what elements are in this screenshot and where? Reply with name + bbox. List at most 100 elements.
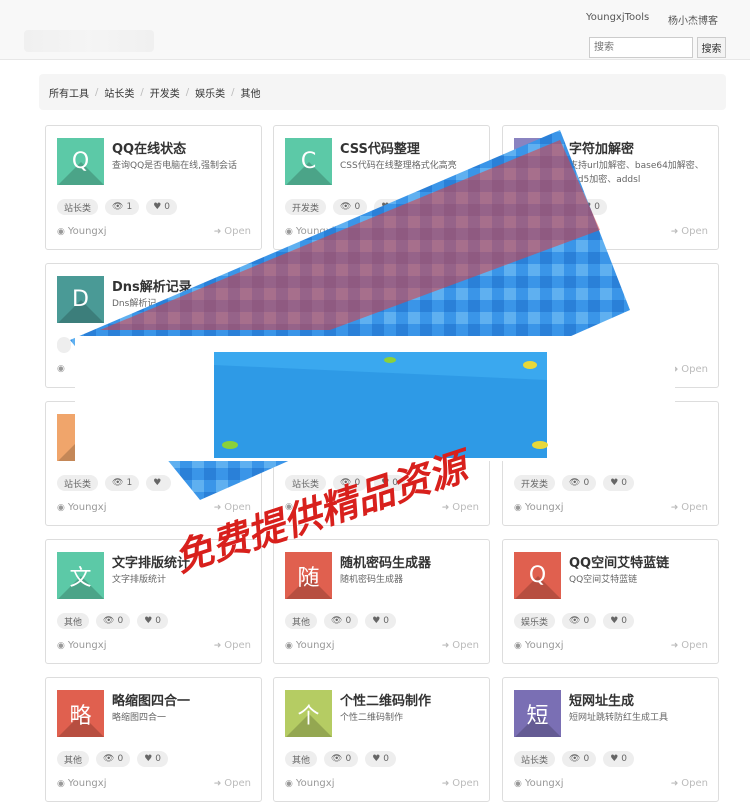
category-tag[interactable]: [514, 199, 528, 215]
author: ◉ Youngxj: [57, 640, 107, 651]
open-link[interactable]: ➜ Open: [671, 778, 708, 789]
breadcrumb-entertainment[interactable]: 娱乐类: [195, 85, 225, 100]
tool-card[interactable]: Q QQ在线状态 查询QQ是否电脑在线,强制会话 站长类 👁 1 ♥ 0 ◉ Youn…: [45, 125, 262, 250]
likes-count[interactable]: ♥ 0: [374, 199, 405, 215]
tool-card[interactable]: 略 略缩图四合一 略缩图四合一 其他 👁 0 ♥ 0 ◉ Youngxj ➜ Open: [45, 677, 262, 802]
likes-count[interactable]: ♥ 0: [146, 199, 177, 215]
category-tag[interactable]: 站长类: [57, 199, 99, 215]
tool-card[interactable]: 站长类 👁 1 ♥ ◉ Youngxj ➜ Open: [45, 401, 262, 526]
likes-count[interactable]: ♥ 0: [365, 613, 396, 629]
likes-count[interactable]: ♥ 0: [374, 475, 405, 491]
author: ◉: [57, 364, 68, 374]
tool-card[interactable]: 缩和解 开发类 👁 0 ♥ 0 ◉ Youngxj ➜ Open: [502, 401, 719, 526]
eye-icon: 👁: [331, 754, 343, 764]
tool-title[interactable]: QQ在线状态: [112, 138, 186, 157]
tool-tile-icon: 个: [285, 690, 332, 737]
views-count: 👁 0: [333, 475, 368, 491]
eye-icon: 👁: [569, 754, 581, 764]
search-input[interactable]: [589, 37, 693, 58]
breadcrumb-all-tools[interactable]: 所有工具: [49, 85, 89, 100]
open-link[interactable]: ➜ Open: [442, 778, 479, 789]
tool-card[interactable]: 短 短网址生成 短网址跳转防红生成工具 站长类 👁 0 ♥ 0 ◉ Youngxj ➜…: [502, 677, 719, 802]
tool-title[interactable]: QQ空间艾特蓝链: [569, 552, 669, 571]
tool-meta: 其他 👁 0 ♥ 0: [285, 751, 396, 767]
nav-link-youngxjtools[interactable]: YoungxjTools: [586, 12, 649, 23]
open-link[interactable]: ➜ Open: [214, 226, 251, 237]
open-link[interactable]: ➜ Open: [214, 778, 251, 789]
likes-count[interactable]: ♥: [570, 337, 596, 353]
open-link[interactable]: ➜ Open: [214, 364, 251, 375]
category-tag[interactable]: 开发类: [285, 199, 327, 215]
open-link[interactable]: ➜ Open: [442, 226, 479, 237]
likes-count[interactable]: ♥ 0: [603, 751, 634, 767]
tool-card[interactable]: C CSS代码整理 CSS代码在线整理格式化高亮 开发类 👁 0 ♥ 0 ◉ Youn…: [273, 125, 490, 250]
category-tag[interactable]: 其他: [285, 613, 318, 629]
likes-count[interactable]: ♥ 0: [137, 613, 168, 629]
tool-tile-icon: D: [57, 276, 104, 323]
open-link[interactable]: ➜ Open: [671, 226, 708, 237]
heart-icon: ♥: [153, 478, 162, 488]
likes-count[interactable]: ♥: [341, 337, 367, 353]
eye-icon: 👁: [313, 340, 325, 350]
likes-count[interactable]: ♥ 0: [365, 751, 396, 767]
likes-count[interactable]: ♥: [146, 475, 172, 491]
tool-meta: 站长类 👁 0 ♥ 0: [285, 475, 405, 491]
tool-title[interactable]: CSS代码整理: [340, 138, 420, 157]
category-tag[interactable]: 其他: [57, 613, 90, 629]
tool-card[interactable]: 👁 ♥ ◉ ➜ Open: [502, 263, 719, 388]
tool-description: 缩和解: [569, 437, 597, 447]
category-tag[interactable]: 站长类: [285, 475, 327, 491]
views-count: 👁: [306, 337, 335, 353]
tool-card[interactable]: 字符加解密 支持url加解密、base64加解密、md5加密、addsl 👁 0 …: [502, 125, 719, 250]
category-tag[interactable]: [285, 337, 299, 353]
open-link[interactable]: ➜ Open: [214, 640, 251, 651]
tool-card[interactable]: 个 个性二维码制作 个性二维码制作 其他 👁 0 ♥ 0 ◉ Youngxj ➜ Ope…: [273, 677, 490, 802]
tool-title[interactable]: 文字排版统计: [112, 552, 190, 571]
open-link[interactable]: ➜ Open: [442, 502, 479, 513]
nav-link-blog[interactable]: 杨小杰博客: [668, 12, 718, 27]
category-tag[interactable]: [57, 337, 71, 353]
likes-count[interactable]: ♥ 0: [603, 475, 634, 491]
tool-title[interactable]: 个性二维码制作: [340, 690, 431, 709]
breadcrumb-separator: /: [95, 86, 99, 98]
breadcrumb-dev[interactable]: 开发类: [150, 85, 180, 100]
author: ◉: [514, 364, 525, 374]
category-tag[interactable]: 站长类: [57, 475, 99, 491]
tool-card[interactable]: D Dns解析记录 Dns解析记 👁 ♥ ◉ ➜ Open: [45, 263, 262, 388]
breadcrumb-webmaster[interactable]: 站长类: [104, 85, 134, 100]
tool-title[interactable]: Dns解析记录: [112, 276, 192, 295]
open-link[interactable]: ➜ Open: [671, 364, 708, 375]
category-tag[interactable]: 站长类: [514, 751, 556, 767]
breadcrumb-other[interactable]: 其他: [241, 85, 261, 100]
open-link[interactable]: ➜ Open: [671, 502, 708, 513]
open-link[interactable]: ➜ Open: [442, 364, 479, 375]
tool-title[interactable]: 略缩图四合一: [112, 690, 190, 709]
tool-title[interactable]: 短网址生成: [569, 690, 634, 709]
tool-title[interactable]: 字符加解密: [569, 138, 634, 157]
tool-card[interactable]: 随 随机密码生成器 随机密码生成器 其他 👁 0 ♥ 0 ◉ Youngxj ➜ Ope…: [273, 539, 490, 664]
category-tag[interactable]: 其他: [57, 751, 90, 767]
open-link[interactable]: ➜ Open: [671, 640, 708, 651]
open-link[interactable]: ➜ Open: [214, 502, 251, 513]
search-button[interactable]: 搜索: [697, 37, 726, 58]
author: ◉ Youngxj: [514, 640, 564, 651]
likes-count[interactable]: ♥ 0: [576, 199, 607, 215]
category-tag[interactable]: 其他: [285, 751, 318, 767]
likes-count[interactable]: ♥ 0: [137, 751, 168, 767]
heart-icon: ♥: [610, 616, 619, 626]
user-icon: ◉: [285, 778, 293, 789]
tool-title[interactable]: 随机密码生成器: [340, 552, 431, 571]
open-link[interactable]: ➜ Open: [442, 640, 479, 651]
likes-count[interactable]: ♥: [113, 337, 139, 353]
likes-count[interactable]: ♥ 0: [603, 613, 634, 629]
tool-card[interactable]: 文 文字排版统计 文字排版统计 其他 👁 0 ♥ 0 ◉ Youngxj ➜ Open: [45, 539, 262, 664]
tool-card[interactable]: 站长类 👁 0 ♥ 0 ◉ ➜ Open: [273, 401, 490, 526]
sign-in-icon: ➜: [670, 502, 679, 513]
site-logo[interactable]: [24, 30, 154, 52]
views-count: 👁 0: [535, 199, 570, 215]
category-tag[interactable]: 开发类: [514, 475, 556, 491]
tool-card[interactable]: Q QQ空间艾特蓝链 QQ空间艾特蓝链 娱乐类 👁 0 ♥ 0 ◉ Youngxj ➜…: [502, 539, 719, 664]
tool-card[interactable]: 👁 ♥ ◉ ➜ Open: [273, 263, 490, 388]
category-tag[interactable]: [514, 337, 528, 353]
category-tag[interactable]: 娱乐类: [514, 613, 556, 629]
